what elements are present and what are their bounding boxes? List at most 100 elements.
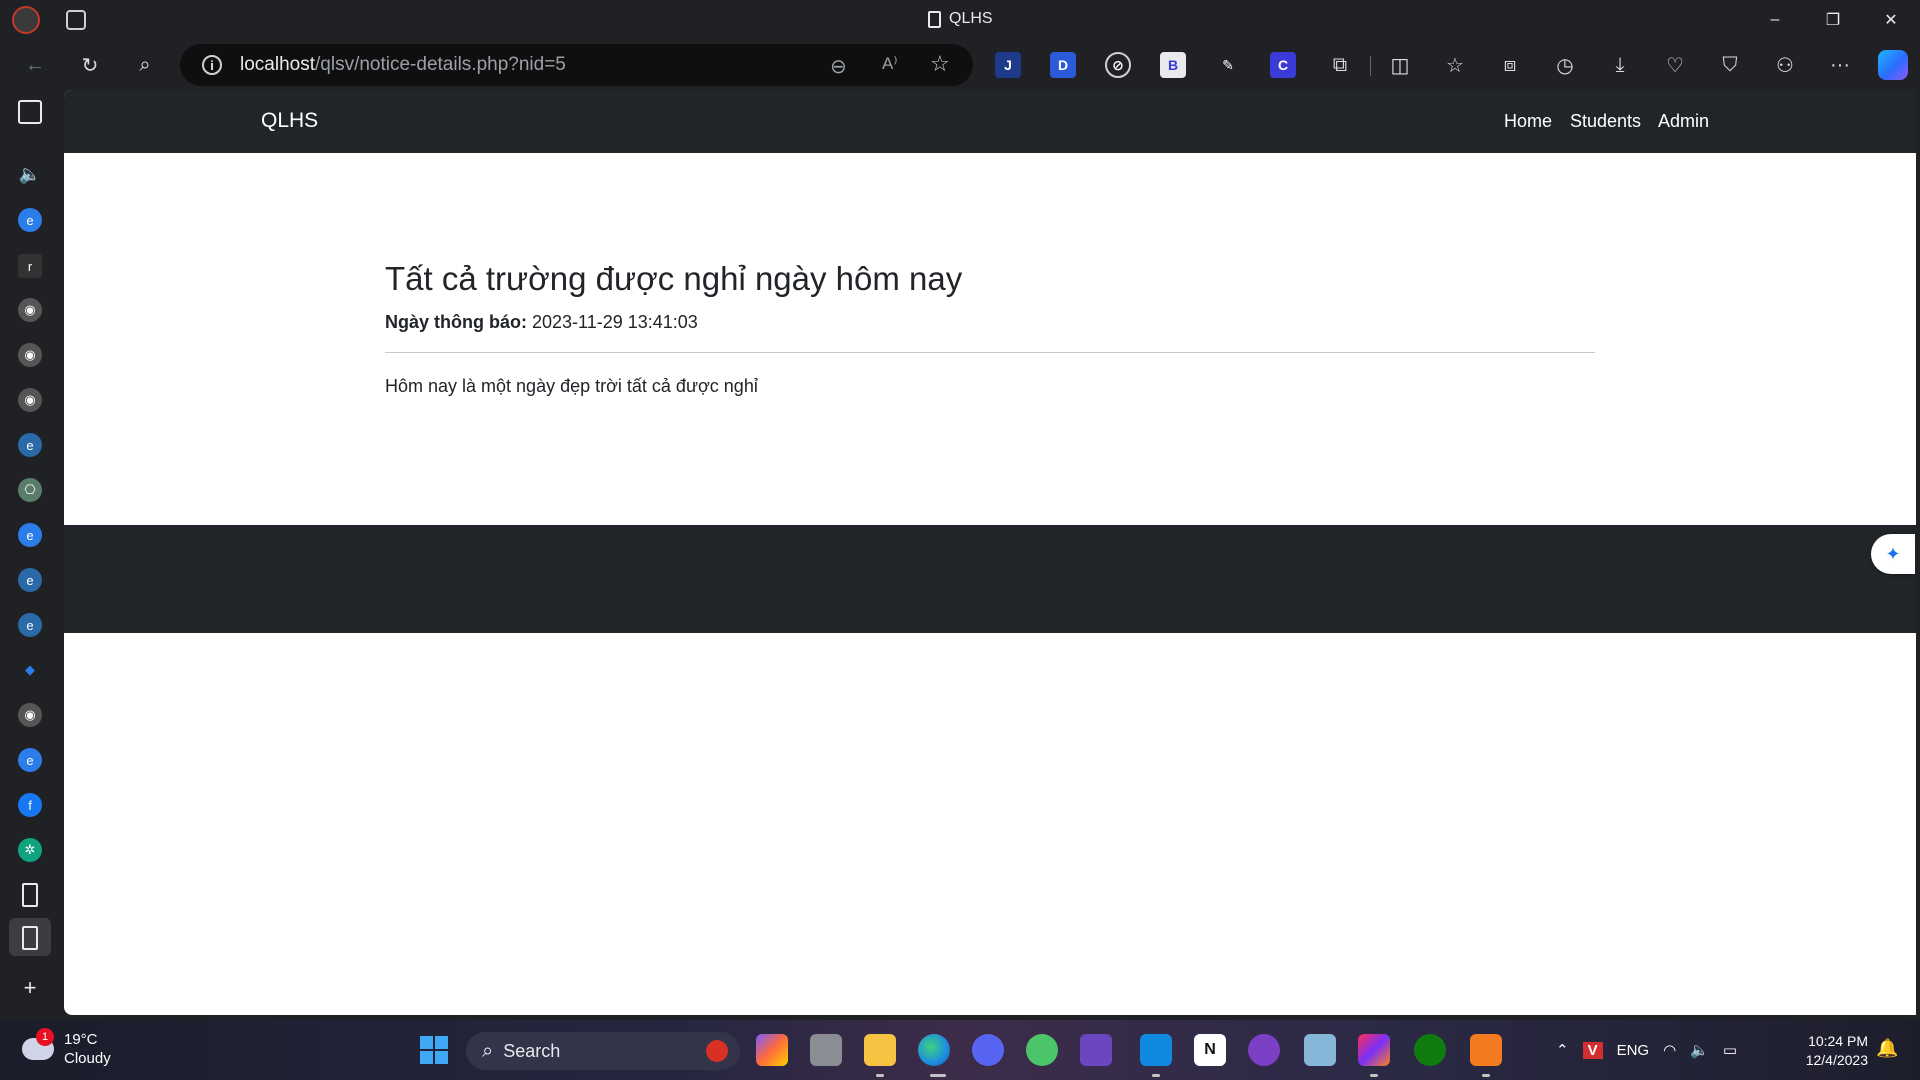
- copilot-pre-taskbar-icon[interactable]: [756, 1034, 788, 1066]
- facebook-tab-icon[interactable]: f: [18, 793, 42, 817]
- copilot-float-icon[interactable]: ✦: [1871, 534, 1915, 574]
- intellij-icon[interactable]: [1358, 1034, 1390, 1066]
- new-tab-icon[interactable]: +: [18, 975, 42, 1000]
- edge-tab-icon[interactable]: e: [18, 523, 42, 547]
- tab-actions-icon[interactable]: [18, 100, 42, 124]
- performance-icon[interactable]: ♡: [1660, 50, 1690, 80]
- address-bar[interactable]: i localhost/qlsv/notice-details.php?nid=…: [180, 44, 973, 86]
- downloads-icon[interactable]: ⤓: [1605, 50, 1635, 80]
- speaker-tab-icon[interactable]: 🔈: [18, 162, 42, 186]
- copilot-icon[interactable]: [1878, 50, 1908, 80]
- site-info-icon[interactable]: i: [202, 55, 222, 75]
- d-extension-icon[interactable]: D: [1050, 52, 1076, 78]
- edge-taskbar-icon[interactable]: [918, 1034, 950, 1066]
- app-taskbar-icon[interactable]: [1026, 1034, 1058, 1066]
- active-tab[interactable]: QLHS: [928, 10, 993, 28]
- favorite-star-icon[interactable]: ☆: [930, 51, 950, 77]
- edge-tab-icon[interactable]: e: [18, 208, 42, 232]
- app-taskbar-icon[interactable]: [1304, 1034, 1336, 1066]
- search-highlight-icon: [706, 1040, 728, 1062]
- site-brand[interactable]: QLHS: [261, 109, 318, 133]
- task-view-icon[interactable]: [810, 1034, 842, 1066]
- edge-tab-icon[interactable]: e: [18, 613, 42, 637]
- nav-home[interactable]: Home: [1504, 111, 1552, 132]
- j-extension-icon[interactable]: J: [995, 52, 1021, 78]
- github-tab-icon[interactable]: ◉: [18, 703, 42, 727]
- web-page: QLHS Home Students Admin Tất cả trường đ…: [64, 90, 1916, 1015]
- github-tab-icon[interactable]: ◉: [18, 388, 42, 412]
- windows-start-icon[interactable]: [420, 1036, 448, 1064]
- notifications-bell-icon[interactable]: 🔔: [1876, 1038, 1898, 1059]
- clock-date: 12/4/2023: [1805, 1052, 1868, 1068]
- search-icon[interactable]: ⌕: [130, 50, 160, 80]
- close-button[interactable]: ✕: [1868, 6, 1914, 34]
- github-desktop-icon[interactable]: [1248, 1034, 1280, 1066]
- notice-title: Tất cả trường được nghỉ ngày hôm nay: [385, 260, 963, 297]
- site-footer: [64, 525, 1916, 633]
- system-tray: ⌃ V ENG ◠ 🔈 ▭: [1556, 1020, 1737, 1080]
- favorites-icon[interactable]: ☆: [1440, 50, 1470, 80]
- weather-widget[interactable]: 1 19°C Cloudy: [22, 1028, 111, 1068]
- browser-essentials-icon[interactable]: ⛉: [1715, 50, 1745, 80]
- browser-toolbar: ← ↻ ⌕ i localhost/qlsv/notice-details.ph…: [0, 40, 1920, 90]
- extensions-puzzle-icon[interactable]: ⧉: [1325, 50, 1355, 80]
- notion-icon[interactable]: N: [1194, 1034, 1226, 1066]
- vscode-icon[interactable]: [1140, 1034, 1172, 1066]
- battery-icon[interactable]: ▭: [1723, 1041, 1737, 1059]
- language-indicator[interactable]: ENG: [1617, 1042, 1650, 1059]
- browser-profile-icon[interactable]: [12, 6, 40, 34]
- discord-icon[interactable]: [972, 1034, 1004, 1066]
- compass-extension-icon[interactable]: ⊘: [1105, 52, 1131, 78]
- chevron-up-icon[interactable]: ⌃: [1556, 1041, 1569, 1059]
- restore-button[interactable]: ❐: [1810, 6, 1856, 34]
- nav-students[interactable]: Students: [1570, 111, 1641, 132]
- windows-taskbar: 1 19°C Cloudy ⌕ Search N ⌃ V ENG ◠ 🔈 ▭ 1…: [0, 1020, 1920, 1080]
- tab-title: QLHS: [949, 10, 993, 27]
- page-tab-icon[interactable]: [22, 883, 38, 907]
- taskbar-search[interactable]: ⌕ Search: [466, 1032, 740, 1070]
- settings-more-icon[interactable]: ···: [1825, 50, 1855, 80]
- browser-title-bar: QLHS – ❐ ✕: [0, 0, 1920, 40]
- minimize-button[interactable]: –: [1752, 6, 1798, 34]
- divider: [385, 352, 1595, 353]
- xampp-icon[interactable]: [1470, 1034, 1502, 1066]
- wifi-icon[interactable]: ◠: [1663, 1041, 1676, 1059]
- b-extension-icon[interactable]: B: [1160, 52, 1186, 78]
- app-tab-icon[interactable]: r: [18, 254, 42, 278]
- back-icon[interactable]: ←: [20, 50, 50, 80]
- page-tab-icon[interactable]: [22, 926, 38, 950]
- c-extension-icon[interactable]: C: [1270, 52, 1296, 78]
- weather-desc: Cloudy: [64, 1050, 111, 1067]
- search-icon: ⌕: [482, 1039, 494, 1062]
- openai-tab-icon[interactable]: ⎔: [18, 478, 42, 502]
- github-tab-icon[interactable]: ◉: [18, 343, 42, 367]
- url-text[interactable]: localhost/qlsv/notice-details.php?nid=5: [240, 54, 566, 76]
- share-icon[interactable]: ⚇: [1770, 50, 1800, 80]
- notice-date-label: Ngày thông báo:: [385, 312, 527, 332]
- history-icon[interactable]: ◷: [1550, 50, 1580, 80]
- search-label: Search: [503, 1040, 561, 1061]
- workspaces-icon[interactable]: [66, 10, 86, 30]
- edge-tab-icon[interactable]: e: [18, 748, 42, 772]
- tray-app-icon[interactable]: V: [1582, 1041, 1603, 1059]
- edge-tab-icon[interactable]: e: [18, 568, 42, 592]
- collections-icon[interactable]: ⧈: [1495, 50, 1525, 80]
- weather-temp: 19°C: [64, 1031, 98, 1048]
- refresh-icon[interactable]: ↻: [75, 50, 105, 80]
- visual-studio-icon[interactable]: [1080, 1034, 1112, 1066]
- volume-icon[interactable]: 🔈: [1690, 1041, 1709, 1059]
- xbox-icon[interactable]: [1414, 1034, 1446, 1066]
- edge-tab-icon[interactable]: e: [18, 433, 42, 457]
- file-explorer-icon[interactable]: [864, 1034, 896, 1066]
- split-screen-icon[interactable]: ◫: [1385, 50, 1415, 80]
- page-icon: [928, 10, 941, 28]
- cube-tab-icon[interactable]: ◆: [18, 658, 42, 682]
- read-aloud-icon[interactable]: A⁾: [882, 54, 898, 74]
- zoom-out-icon[interactable]: ⊖: [830, 54, 847, 79]
- chatgpt-tab-icon[interactable]: ✲: [18, 838, 42, 862]
- github-tab-icon[interactable]: ◉: [18, 298, 42, 322]
- nav-admin[interactable]: Admin: [1658, 111, 1709, 132]
- notification-badge: 1: [36, 1028, 54, 1046]
- eyedropper-extension-icon[interactable]: ✎: [1215, 52, 1241, 78]
- clock[interactable]: 10:24 PM 12/4/2023: [1798, 1032, 1868, 1070]
